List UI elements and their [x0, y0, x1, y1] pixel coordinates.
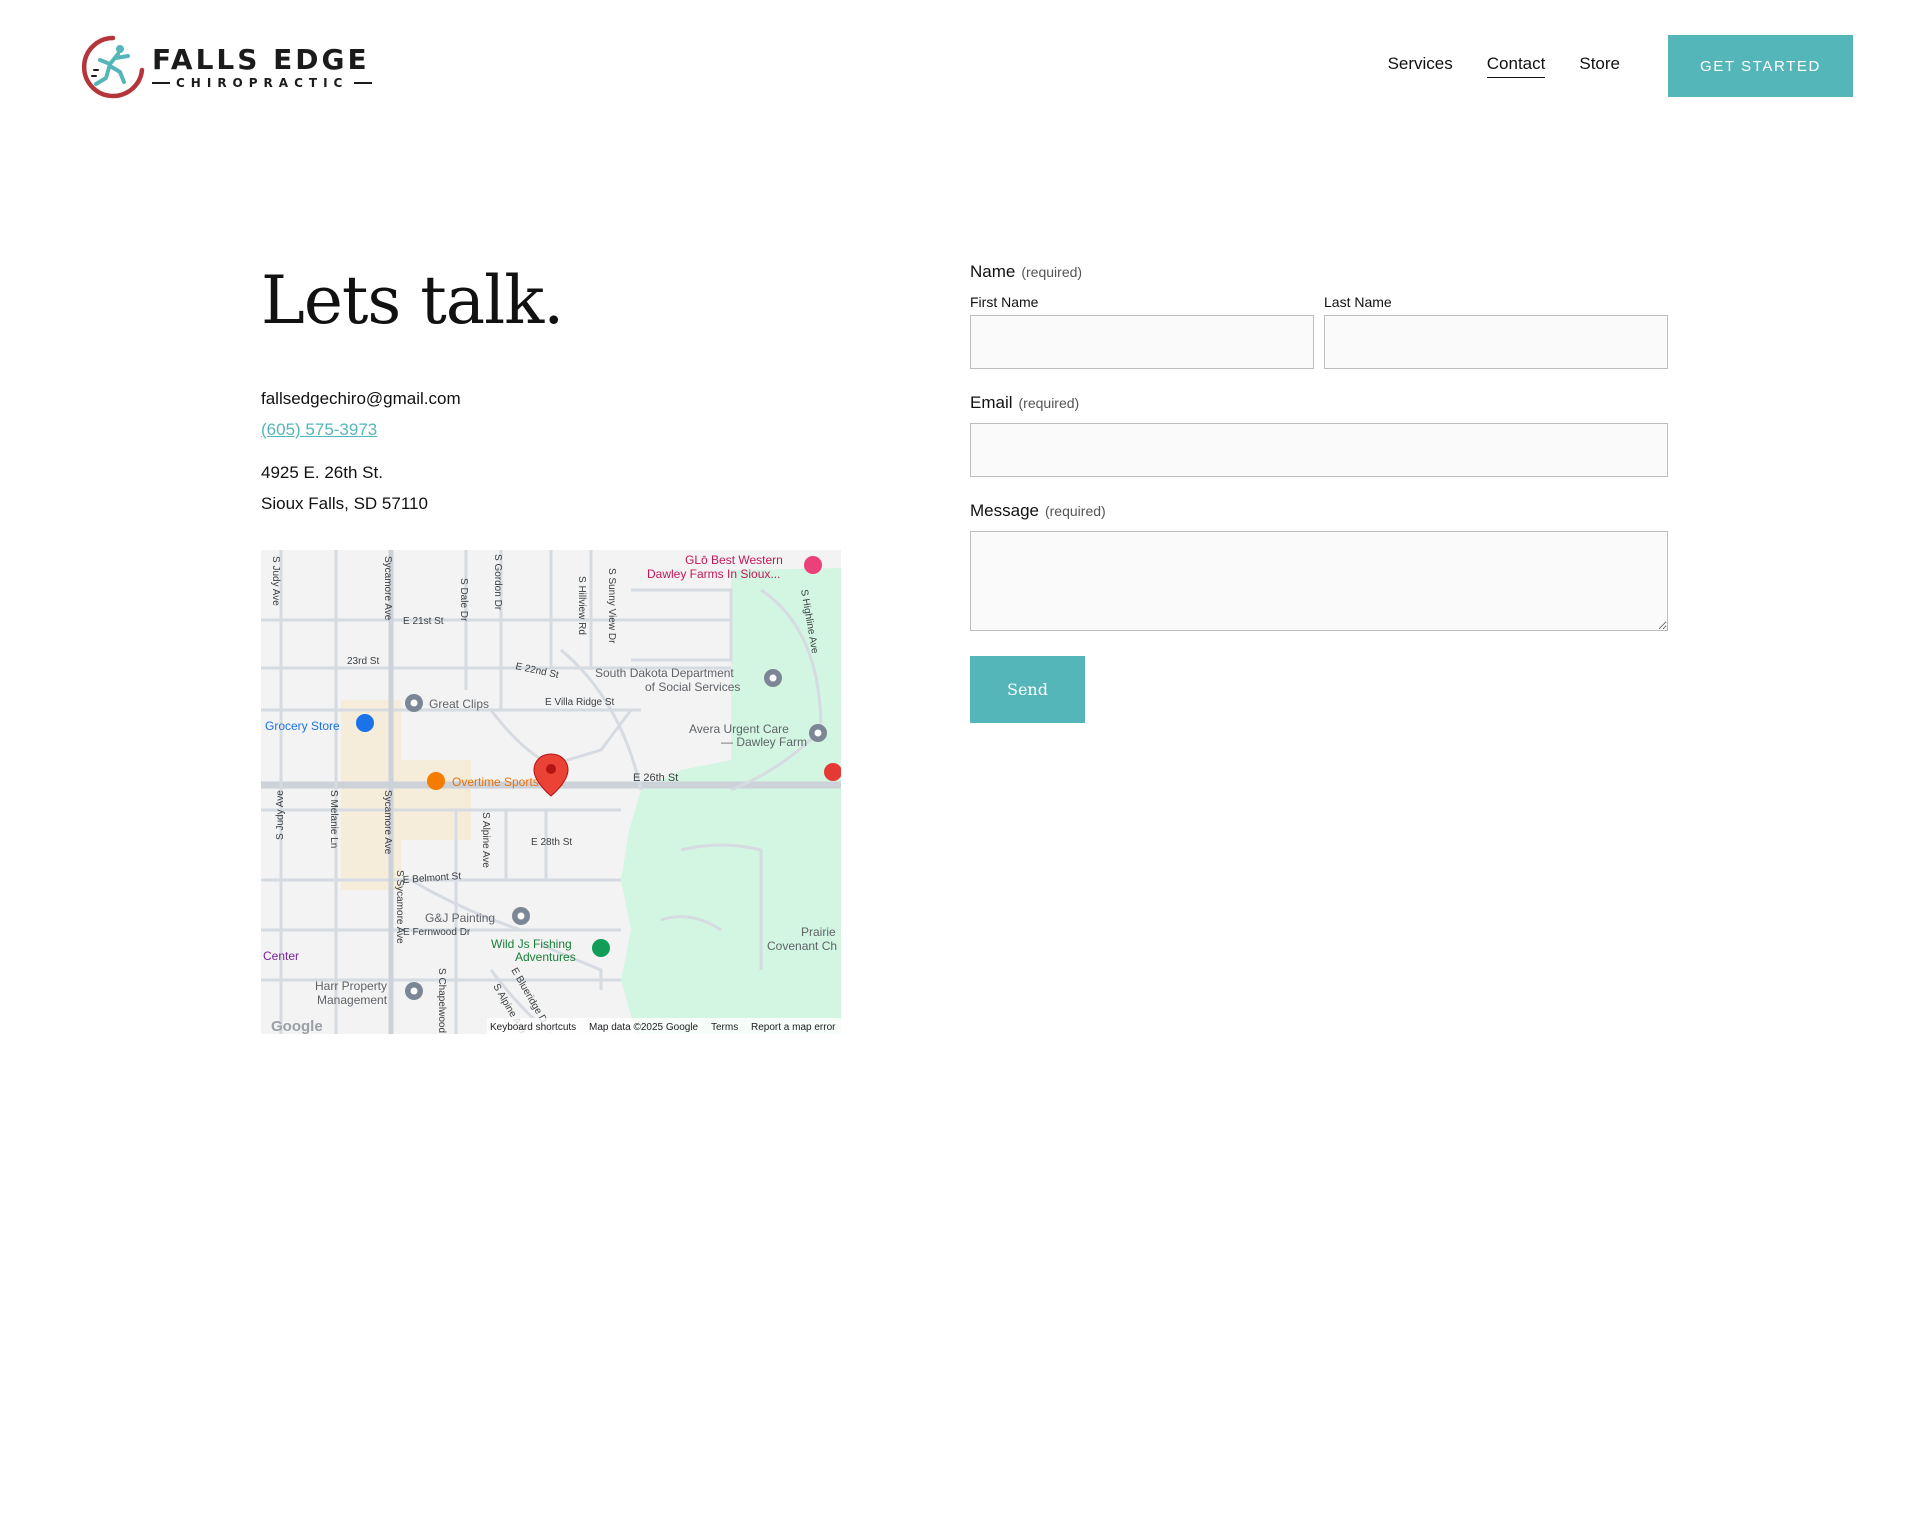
restaurant-pin-icon[interactable] [427, 772, 445, 790]
label-gordon: S Gordon Dr [492, 554, 503, 611]
contact-phone-link[interactable]: (605) 575-3973 [261, 420, 377, 439]
name-row: First Name Last Name [970, 294, 1668, 369]
place-wild-2: Adventures [515, 950, 576, 964]
get-started-button[interactable]: GET STARTED [1668, 35, 1853, 97]
message-group: Message (required) [970, 501, 1668, 636]
place-glo-1: GLō Best Western [685, 553, 783, 567]
last-name-label: Last Name [1324, 294, 1392, 310]
label-sycamore-south: Sycamore Ave [382, 790, 393, 855]
location-map[interactable]: E 21st St 23rd St E 22nd St E Villa Ridg… [261, 550, 841, 1034]
brand-tagline: CHIROPRACTIC [176, 75, 349, 90]
place-gj: G&J Painting [425, 911, 495, 925]
address-line-2: Sioux Falls, SD 57110 [261, 494, 428, 513]
place-glo-2: Dawley Farms In Sioux... [647, 567, 780, 581]
place-prairie-2: Covenant Ch [767, 939, 837, 953]
tagline-rule-left [152, 81, 170, 84]
email-label: Email [970, 393, 1013, 412]
label-judy-south: S Judy Ave [275, 790, 286, 840]
place-avera-1: Avera Urgent Care [689, 722, 789, 736]
label-e26: E 26th St [633, 772, 678, 784]
main-nav: Services Contact Store [1388, 54, 1620, 78]
tagline-rule-right [354, 81, 373, 84]
logo-text: FALLS EDGE CHIROPRACTIC [152, 42, 373, 90]
place-sdss-1: South Dakota Department [595, 666, 734, 680]
first-name-input[interactable] [970, 315, 1314, 369]
message-label: Message [970, 501, 1039, 520]
last-name-col: Last Name [1324, 294, 1668, 369]
brand-tagline-row: CHIROPRACTIC [152, 75, 373, 90]
message-required: (required) [1044, 503, 1106, 519]
contact-info: fallsedgechiro@gmail.com (605) 575-3973 [261, 383, 461, 445]
site-header: FALLS EDGE CHIROPRACTIC Services Contact… [0, 0, 1920, 130]
park-pin-icon[interactable] [592, 939, 610, 957]
contact-address: 4925 E. 26th St. Sioux Falls, SD 57110 [261, 457, 428, 519]
label-chapelwood: S Chapelwood [436, 968, 447, 1033]
label-dale: S Dale Dr [458, 578, 469, 622]
send-button[interactable]: Send [970, 656, 1085, 723]
map-data-credit: Map data ©2025 Google [589, 1022, 699, 1033]
page-title: Lets talk. [261, 262, 564, 339]
place-center: Center [263, 949, 299, 963]
email-input[interactable] [970, 423, 1668, 477]
label-sycamore: Sycamore Ave [382, 556, 393, 621]
place-harr-2: Management [317, 993, 388, 1007]
name-required: (required) [1021, 264, 1083, 280]
nav-contact[interactable]: Contact [1486, 54, 1546, 78]
place-sdss-2: of Social Services [645, 680, 740, 694]
label-judy: S Judy Ave [270, 556, 281, 606]
brand-name: FALLS EDGE [152, 42, 370, 76]
label-alpine: S Alpine Ave [480, 812, 491, 868]
map-report-error-link[interactable]: Report a map error [751, 1022, 836, 1033]
label-villa: E Villa Ridge St [545, 697, 615, 708]
label-e21: E 21st St [403, 616, 444, 627]
label-hillview: S Hillview Rd [576, 576, 587, 635]
google-logo: Google [271, 1018, 323, 1034]
hotel-pin-icon[interactable] [804, 556, 822, 574]
name-group: Name (required) First Name Last Name [970, 262, 1668, 369]
brand-logo[interactable]: FALLS EDGE CHIROPRACTIC [80, 34, 380, 100]
map-keyboard-shortcuts[interactable]: Keyboard shortcuts [490, 1022, 576, 1033]
map-terms-link[interactable]: Terms [711, 1022, 738, 1033]
name-label: Name [970, 262, 1016, 281]
address-line-1: 4925 E. 26th St. [261, 463, 383, 482]
place-harr-1: Harr Property [315, 979, 387, 993]
place-grocery: Grocery Store [265, 719, 340, 733]
place-avera-2: — Dawley Farm [721, 735, 807, 749]
label-melanie: S Melanie Ln [328, 790, 339, 848]
email-required: (required) [1018, 395, 1080, 411]
nav-services[interactable]: Services [1388, 54, 1453, 78]
contact-form: Name (required) First Name Last Name Emai… [970, 262, 1668, 723]
label-fernwood: E Fernwood Dr [403, 927, 471, 938]
first-name-label: First Name [970, 294, 1039, 310]
place-prairie-1: Prairie [801, 925, 836, 939]
contact-email: fallsedgechiro@gmail.com [261, 389, 461, 408]
logo-mark-icon [81, 35, 145, 99]
place-great-clips: Great Clips [429, 697, 489, 711]
label-sunny: S Sunny View Dr [606, 568, 617, 644]
label-23rd: 23rd St [347, 656, 379, 667]
message-textarea[interactable] [970, 531, 1668, 631]
label-e28: E 28th St [531, 837, 572, 848]
email-group: Email (required) [970, 393, 1668, 477]
label-s-sycamore: S Sycamore Ave [394, 870, 405, 944]
nav-store[interactable]: Store [1579, 54, 1620, 78]
place-wild-1: Wild Js Fishing [491, 937, 572, 951]
last-name-input[interactable] [1324, 315, 1668, 369]
shopping-pin-icon[interactable] [356, 714, 374, 732]
first-name-col: First Name [970, 294, 1314, 369]
